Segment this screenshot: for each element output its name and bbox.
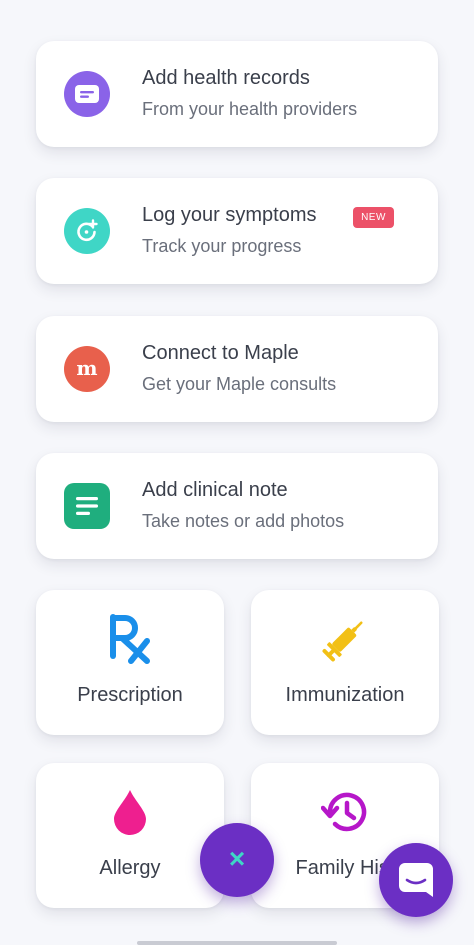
card-subtitle: Take notes or add photos [142, 511, 345, 531]
allergy-tile[interactable]: Allergy [36, 763, 224, 908]
log-symptoms-card[interactable]: Log your symptoms NEW Track your progres… [36, 178, 438, 284]
note-icon [64, 483, 110, 529]
rx-icon [36, 614, 224, 664]
connect-maple-card[interactable]: m Connect to Maple Get your Maple consul… [36, 316, 438, 422]
add-clinical-note-card[interactable]: Add clinical note Take notes or add phot… [36, 453, 438, 559]
close-menu-button[interactable]: × [200, 823, 274, 897]
add-menu-screen: Add health records From your health prov… [0, 0, 474, 945]
maple-logo-icon: m [64, 346, 110, 392]
chat-support-button[interactable] [379, 843, 453, 917]
card-title: Connect to Maple [142, 342, 299, 364]
symptom-tracker-icon [64, 208, 110, 254]
card-subtitle: Track your progress [142, 236, 302, 256]
history-icon [251, 787, 439, 837]
syringe-icon [251, 614, 439, 664]
card-subtitle: Get your Maple consults [142, 374, 337, 394]
card-title: Add health records [142, 67, 310, 89]
maple-logo-glyph: m [76, 355, 98, 380]
record-card-icon [64, 71, 110, 117]
card-title: Log your symptoms [142, 204, 317, 226]
card-title: Add clinical note [142, 479, 288, 501]
chat-icon [399, 863, 433, 897]
close-icon: × [228, 843, 246, 874]
add-health-records-card[interactable]: Add health records From your health prov… [36, 41, 438, 147]
home-indicator [137, 941, 337, 945]
card-subtitle: From your health providers [142, 99, 358, 119]
drop-icon [36, 787, 224, 837]
immunization-tile[interactable]: Immunization [251, 590, 439, 735]
tile-label: Immunization [285, 684, 405, 706]
prescription-tile[interactable]: Prescription [36, 590, 224, 735]
new-badge: NEW [353, 207, 394, 228]
tile-label: Prescription [77, 684, 183, 706]
tile-label: Allergy [99, 857, 161, 879]
